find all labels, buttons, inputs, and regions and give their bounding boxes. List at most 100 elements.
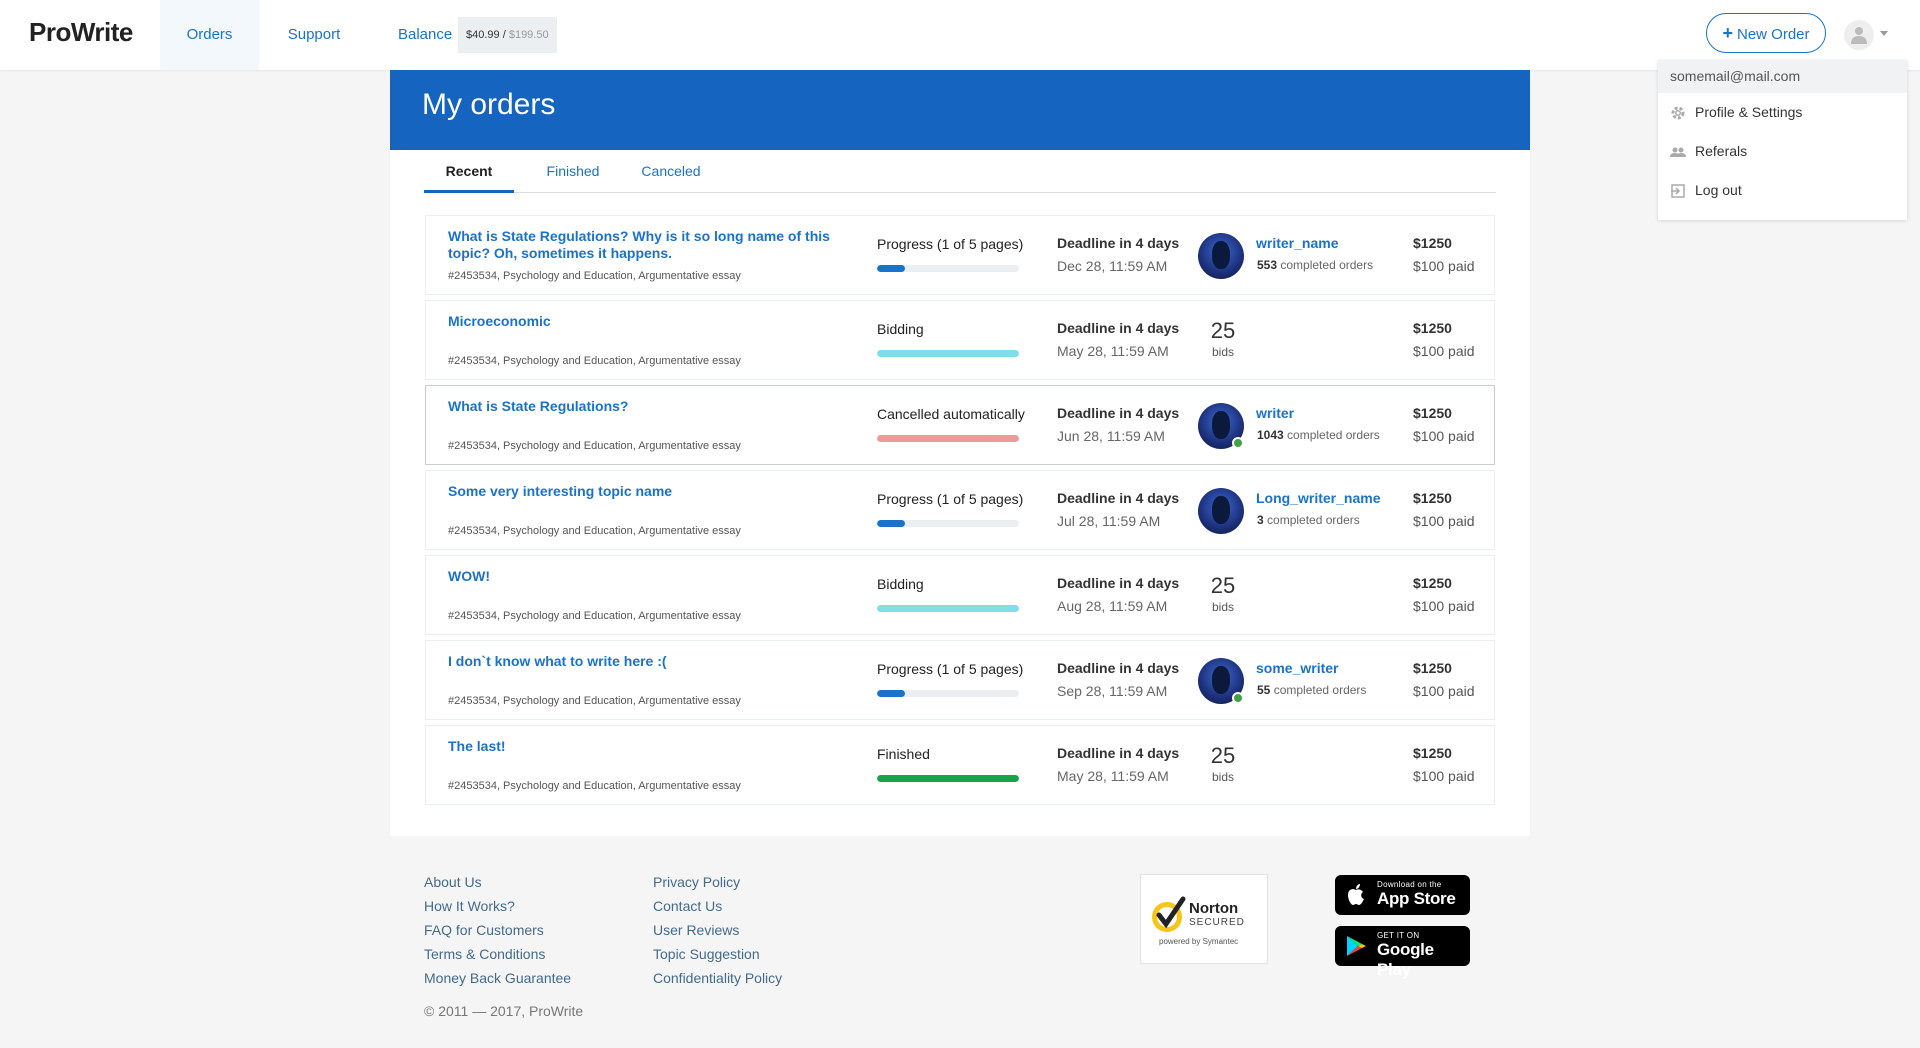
order-row[interactable]: I don`t know what to write here :( #2453… bbox=[425, 640, 1495, 720]
writer-avatar[interactable] bbox=[1198, 658, 1244, 704]
menu-item-label: Log out bbox=[1695, 182, 1742, 198]
footer-link-reviews[interactable]: User Reviews bbox=[653, 918, 782, 942]
new-order-button[interactable]: + New Order bbox=[1706, 13, 1826, 53]
footer-link-privacy[interactable]: Privacy Policy bbox=[653, 870, 782, 894]
google-play-small: GET IT ON bbox=[1377, 931, 1420, 940]
footer-link-confidentiality[interactable]: Confidentiality Policy bbox=[653, 966, 782, 990]
footer-link-about[interactable]: About Us bbox=[424, 870, 571, 894]
balance-amount[interactable]: $40.99 / $199.50 bbox=[458, 17, 557, 53]
footer-link-faq[interactable]: FAQ for Customers bbox=[424, 918, 571, 942]
order-date: Sep 28, 11:59 AM bbox=[1057, 683, 1168, 699]
order-status: Cancelled automatically bbox=[877, 406, 1025, 422]
footer-links-col1: About Us How It Works? FAQ for Customers… bbox=[424, 870, 571, 990]
tab-canceled[interactable]: Canceled bbox=[631, 150, 711, 193]
footer-link-topic-suggestion[interactable]: Topic Suggestion bbox=[653, 942, 782, 966]
balance-separator: / bbox=[499, 29, 509, 41]
tab-recent[interactable]: Recent bbox=[424, 150, 514, 193]
order-deadline: Deadline in 4 days bbox=[1057, 235, 1180, 251]
writer-avatar[interactable] bbox=[1198, 233, 1244, 279]
writer-name-link[interactable]: writer bbox=[1256, 405, 1294, 421]
writer-name-link[interactable]: writer_name bbox=[1256, 235, 1338, 251]
progress-bar bbox=[877, 265, 1019, 272]
footer-link-money-back[interactable]: Money Back Guarantee bbox=[424, 966, 571, 990]
chevron-down-icon[interactable] bbox=[1880, 31, 1888, 36]
order-status: Progress (1 of 5 pages) bbox=[877, 491, 1024, 507]
order-paid: $100 paid bbox=[1413, 683, 1475, 699]
nav-support[interactable]: Support bbox=[281, 0, 347, 70]
order-price: $1250 bbox=[1413, 320, 1452, 336]
avatar-face bbox=[1212, 241, 1230, 269]
google-play-big: Google Play bbox=[1377, 940, 1434, 979]
order-meta: #2453534, Psychology and Education, Argu… bbox=[448, 525, 741, 537]
user-avatar-button[interactable] bbox=[1844, 20, 1874, 50]
order-meta: #2453534, Psychology and Education, Argu… bbox=[448, 355, 741, 367]
footer-link-how-it-works[interactable]: How It Works? bbox=[424, 894, 571, 918]
order-paid: $100 paid bbox=[1413, 343, 1475, 359]
bids-count: 25 bbox=[1210, 743, 1236, 768]
balance-total: $199.50 bbox=[508, 29, 549, 41]
order-deadline: Deadline in 4 days bbox=[1057, 660, 1180, 676]
footer-link-contact[interactable]: Contact Us bbox=[653, 894, 782, 918]
order-row[interactable]: The last! #2453534, Psychology and Educa… bbox=[425, 725, 1495, 805]
norton-brand: Norton bbox=[1189, 900, 1239, 917]
nav-orders[interactable]: Orders bbox=[160, 0, 259, 70]
order-row[interactable]: Some very interesting topic name #245353… bbox=[425, 470, 1495, 550]
completed-label: completed orders bbox=[1267, 513, 1360, 527]
menu-item-label: Referals bbox=[1695, 143, 1748, 159]
menu-item-referals[interactable]: Referals bbox=[1658, 132, 1907, 171]
order-row[interactable]: Microeconomic #2453534, Psychology and E… bbox=[425, 300, 1495, 380]
order-deadline: Deadline in 4 days bbox=[1057, 490, 1180, 506]
order-title-link[interactable]: Microeconomic bbox=[448, 313, 848, 330]
order-paid: $100 paid bbox=[1413, 513, 1475, 529]
bids-count: 25 bbox=[1210, 318, 1236, 343]
tab-finished[interactable]: Finished bbox=[538, 150, 608, 193]
completed-count: 1043 bbox=[1257, 428, 1284, 442]
google-play-button[interactable]: GET IT ON Google Play bbox=[1335, 926, 1470, 979]
order-title-link[interactable]: The last! bbox=[448, 738, 848, 755]
order-title-link[interactable]: WOW! bbox=[448, 568, 848, 585]
order-price: $1250 bbox=[1413, 490, 1452, 506]
order-status: Progress (1 of 5 pages) bbox=[877, 236, 1024, 252]
bids-label: bids bbox=[1211, 345, 1234, 359]
order-date: Aug 28, 11:59 AM bbox=[1057, 598, 1168, 614]
writer-avatar[interactable] bbox=[1198, 403, 1244, 449]
order-title-link[interactable]: What is State Regulations? Why is it so … bbox=[448, 228, 848, 262]
bids-count: 25 bbox=[1210, 573, 1236, 598]
order-row[interactable]: What is State Regulations? Why is it so … bbox=[425, 215, 1495, 295]
progress-bar bbox=[877, 520, 1019, 527]
norton-secured: SECURED bbox=[1189, 917, 1245, 928]
gear-icon bbox=[1671, 106, 1685, 120]
order-deadline: Deadline in 4 days bbox=[1057, 320, 1180, 336]
order-meta: #2453534, Psychology and Education, Argu… bbox=[448, 610, 741, 622]
order-title-link[interactable]: I don`t know what to write here :( bbox=[448, 653, 848, 670]
balance-current: $40.99 bbox=[466, 29, 500, 41]
footer-links-col2: Privacy Policy Contact Us User Reviews T… bbox=[653, 870, 782, 990]
account-dropdown: somemail@mail.com Profile & Settings Ref… bbox=[1658, 60, 1907, 220]
order-row[interactable]: What is State Regulations? #2453534, Psy… bbox=[425, 385, 1495, 465]
order-title-link[interactable]: Some very interesting topic name bbox=[448, 483, 848, 500]
app-store-button[interactable]: Download on the App Store bbox=[1335, 875, 1470, 915]
menu-item-profile-settings[interactable]: Profile & Settings bbox=[1658, 93, 1907, 132]
app-store-small: Download on the bbox=[1377, 880, 1442, 889]
completed-label: completed orders bbox=[1280, 258, 1374, 272]
apple-icon bbox=[1348, 884, 1364, 905]
footer-link-terms[interactable]: Terms & Conditions bbox=[424, 942, 571, 966]
menu-item-logout[interactable]: Log out bbox=[1658, 171, 1907, 210]
logo[interactable]: ProWrite bbox=[29, 17, 133, 48]
order-row[interactable]: WOW! #2453534, Psychology and Education,… bbox=[425, 555, 1495, 635]
order-meta: #2453534, Psychology and Education, Argu… bbox=[448, 780, 741, 792]
order-title-link[interactable]: What is State Regulations? bbox=[448, 398, 848, 415]
writer-name-link[interactable]: some_writer bbox=[1256, 660, 1338, 676]
order-meta: #2453534, Psychology and Education, Argu… bbox=[448, 440, 741, 452]
order-price: $1250 bbox=[1413, 575, 1452, 591]
plus-icon: + bbox=[1722, 23, 1733, 43]
page-header: My orders bbox=[390, 70, 1530, 150]
order-deadline: Deadline in 4 days bbox=[1057, 575, 1180, 591]
nav-balance[interactable]: Balance bbox=[398, 0, 452, 70]
order-price: $1250 bbox=[1413, 745, 1452, 761]
writer-name-link[interactable]: Long_writer_name bbox=[1256, 490, 1380, 506]
norton-secured-badge[interactable]: Norton SECURED powered by Symantec bbox=[1140, 874, 1268, 964]
progress-fill bbox=[877, 350, 1019, 357]
order-price: $1250 bbox=[1413, 235, 1452, 251]
writer-avatar[interactable] bbox=[1198, 488, 1244, 534]
